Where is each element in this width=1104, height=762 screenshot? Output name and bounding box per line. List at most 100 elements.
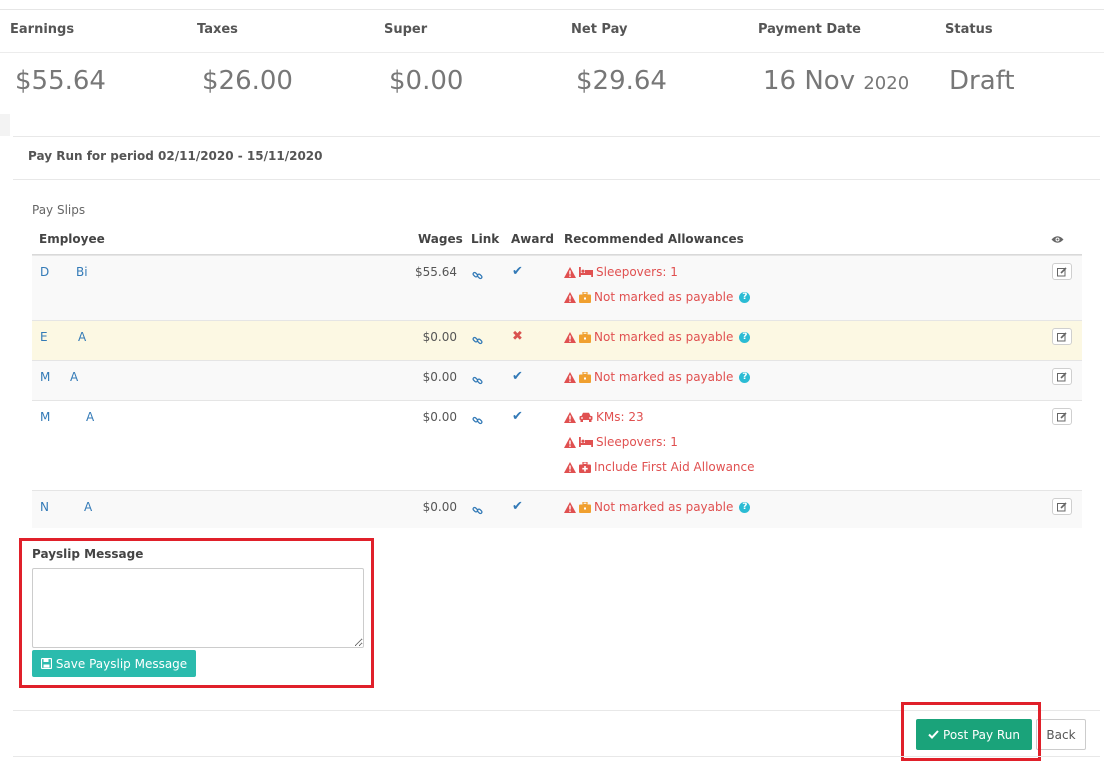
table-row: N A $0.00 ✔ Not marked as payable ? — [32, 490, 1082, 528]
period-divider-bottom — [13, 179, 1100, 180]
allowance-item: Not marked as payable ? — [564, 290, 751, 304]
medkit-icon — [579, 461, 591, 473]
warning-icon — [564, 371, 576, 383]
super-label: Super — [384, 22, 428, 37]
col-wages: Wages — [418, 232, 463, 246]
warning-icon — [564, 501, 576, 513]
award-cross-icon: ✖ — [512, 329, 523, 344]
status-label: Status — [945, 22, 993, 37]
edit-icon — [1057, 266, 1067, 276]
employee-first-name[interactable]: E — [40, 330, 48, 344]
employee-last-name[interactable]: A — [70, 370, 78, 384]
employee-last-name[interactable]: Bi — [76, 265, 88, 279]
highlight-box-payslip-message — [19, 538, 374, 688]
link-icon[interactable] — [472, 371, 483, 385]
table-row: D Bi $55.64 ✔ Sleepovers: 1 Not marked a… — [32, 255, 1082, 320]
edit-payslip-button[interactable] — [1052, 368, 1072, 385]
period-divider-top — [13, 136, 1100, 137]
allowance-item: Sleepovers: 1 — [564, 435, 678, 449]
briefcase-icon — [579, 371, 591, 383]
taxes-value: $26.00 — [202, 66, 293, 96]
allowance-text: Not marked as payable — [594, 500, 734, 514]
link-icon[interactable] — [472, 266, 483, 280]
summary-divider — [0, 52, 1104, 53]
employee-first-name[interactable]: N — [40, 500, 49, 514]
payment-date-value: 16 Nov 2020 — [763, 66, 909, 96]
employee-last-name[interactable]: A — [86, 410, 94, 424]
employee-last-name[interactable]: A — [78, 330, 86, 344]
taxes-label: Taxes — [197, 22, 238, 37]
award-check-icon: ✔ — [512, 409, 523, 424]
help-icon[interactable]: ? — [739, 331, 751, 343]
allowance-text: Not marked as payable — [594, 370, 734, 384]
wages-value: $0.00 — [422, 500, 457, 514]
bed-icon — [579, 267, 593, 277]
allowance-text: Include First Aid Allowance — [594, 460, 755, 474]
wages-value: $55.64 — [415, 265, 457, 279]
link-icon[interactable] — [472, 411, 483, 425]
earnings-value: $55.64 — [15, 66, 106, 96]
allowance-text: Sleepovers: 1 — [596, 265, 678, 279]
status-value: Draft — [949, 66, 1015, 96]
edit-payslip-button[interactable] — [1052, 328, 1072, 345]
net-pay-value: $29.64 — [576, 66, 667, 96]
allowance-item: KMs: 23 — [564, 410, 644, 424]
highlight-box-post-pay-run — [901, 702, 1041, 761]
wages-value: $0.00 — [422, 370, 457, 384]
employee-last-name[interactable]: A — [84, 500, 92, 514]
table-row: M A $0.00 ✔ Not marked as payable ? — [32, 360, 1082, 400]
earnings-label: Earnings — [10, 22, 75, 37]
payment-date-label: Payment Date — [758, 22, 861, 37]
edit-payslip-button[interactable] — [1052, 263, 1072, 280]
employee-first-name[interactable]: M — [40, 410, 50, 424]
edit-icon — [1057, 501, 1067, 511]
edit-icon — [1057, 411, 1067, 421]
help-icon[interactable]: ? — [739, 501, 751, 513]
allowance-item: Not marked as payable ? — [564, 500, 751, 514]
link-icon[interactable] — [472, 501, 483, 515]
table-row: E A $0.00 ✖ Not marked as payable ? — [32, 320, 1082, 360]
bed-icon — [579, 437, 593, 447]
eye-icon[interactable] — [1051, 233, 1064, 247]
side-tab — [0, 114, 10, 136]
car-icon — [579, 412, 593, 422]
warning-icon — [564, 411, 576, 423]
help-icon[interactable]: ? — [739, 371, 751, 383]
back-button[interactable]: Back — [1036, 719, 1086, 750]
allowance-text: Not marked as payable — [594, 290, 734, 304]
super-value: $0.00 — [389, 66, 464, 96]
employee-first-name[interactable]: M — [40, 370, 50, 384]
award-check-icon: ✔ — [512, 499, 523, 514]
wages-value: $0.00 — [422, 330, 457, 344]
allowance-text: KMs: 23 — [596, 410, 644, 424]
wages-value: $0.00 — [422, 410, 457, 424]
warning-icon — [564, 266, 576, 278]
help-icon[interactable]: ? — [739, 291, 751, 303]
footer-divider-bottom — [13, 756, 1100, 757]
pay-run-period-title: Pay Run for period 02/11/2020 - 15/11/20… — [28, 149, 323, 163]
col-employee: Employee — [39, 232, 105, 246]
pay-slips-label: Pay Slips — [32, 203, 86, 217]
top-divider — [0, 9, 1104, 10]
employee-first-name[interactable]: D — [40, 265, 49, 279]
allowance-text: Not marked as payable — [594, 330, 734, 344]
payment-date-year: 2020 — [863, 73, 910, 94]
warning-icon — [564, 461, 576, 473]
warning-icon — [564, 331, 576, 343]
briefcase-icon — [579, 291, 591, 303]
link-icon[interactable] — [472, 331, 483, 345]
briefcase-icon — [579, 501, 591, 513]
edit-payslip-button[interactable] — [1052, 408, 1072, 425]
allowance-item: Include First Aid Allowance — [564, 460, 755, 474]
edit-icon — [1057, 371, 1067, 381]
warning-icon — [564, 436, 576, 448]
table-row: M A $0.00 ✔ KMs: 23 Sleepovers: 1 Includ… — [32, 400, 1082, 490]
edit-icon — [1057, 331, 1067, 341]
col-award: Award — [511, 232, 554, 246]
col-link: Link — [471, 232, 500, 246]
allowance-item: Sleepovers: 1 — [564, 265, 678, 279]
award-check-icon: ✔ — [512, 369, 523, 384]
payment-date-day: 16 Nov — [763, 66, 856, 96]
briefcase-icon — [579, 331, 591, 343]
edit-payslip-button[interactable] — [1052, 498, 1072, 515]
